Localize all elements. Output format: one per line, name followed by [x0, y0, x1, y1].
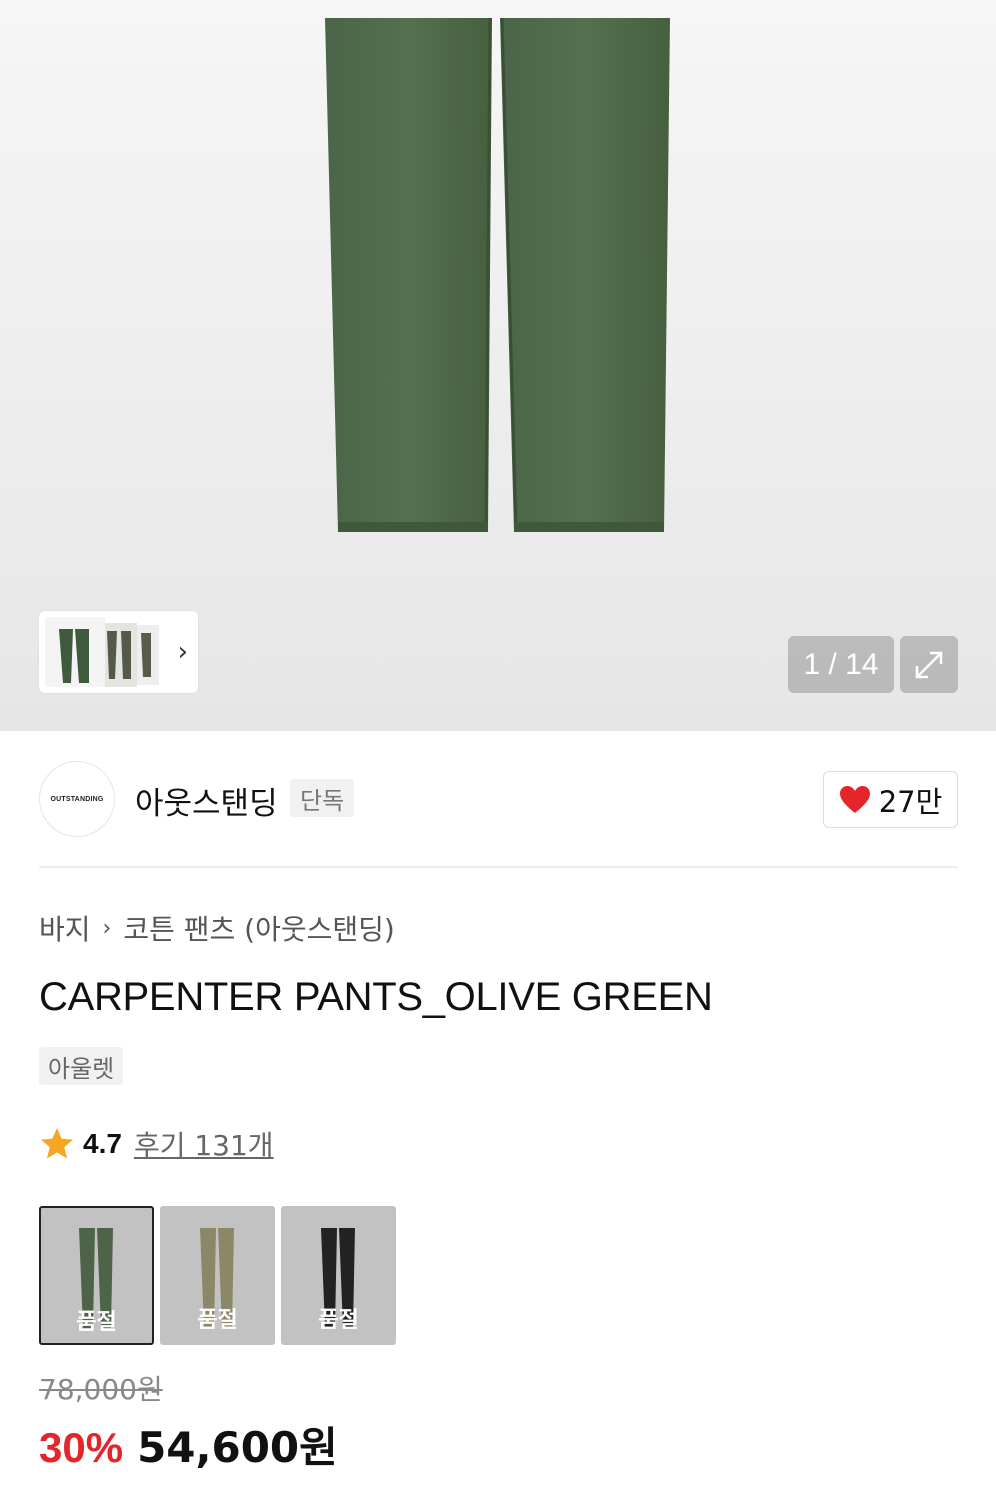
- image-counter: 1 / 14: [788, 636, 894, 693]
- image-thumbnail-strip[interactable]: ›: [39, 611, 198, 693]
- final-price: 54,600원: [137, 1423, 338, 1472]
- heart-icon: [839, 785, 870, 813]
- breadcrumb-subcategory[interactable]: 코튼 팬츠 (아웃스탠딩): [123, 908, 395, 948]
- sale-price-row: 30% 54,600원: [39, 1414, 338, 1475]
- color-option-black[interactable]: 품절: [281, 1206, 396, 1345]
- original-price: 78,000원: [39, 1373, 163, 1406]
- expand-button[interactable]: [900, 636, 958, 693]
- divider: [39, 866, 958, 868]
- like-button[interactable]: 27만: [823, 771, 958, 828]
- soldout-label: 품절: [76, 1310, 117, 1335]
- rating-row: 4.7 후기 131개: [39, 1124, 274, 1164]
- star-icon: [41, 1128, 73, 1159]
- brand-logo-text: OUTSTANDING: [50, 795, 104, 803]
- like-count: 27만: [878, 784, 943, 819]
- product-image-gallery[interactable]: › 1 / 14: [0, 0, 996, 731]
- expand-icon: [915, 651, 943, 678]
- thumbnail-images[interactable]: [45, 617, 165, 687]
- soldout-label: 품절: [318, 1308, 359, 1333]
- rating-value: 4.7: [83, 1128, 122, 1159]
- brand-logo[interactable]: OUTSTANDING: [39, 761, 115, 837]
- color-option-beige[interactable]: 품절: [160, 1206, 275, 1345]
- soldout-label: 품절: [197, 1308, 238, 1333]
- breadcrumb: 바지 › 코튼 팬츠 (아웃스탠딩): [39, 908, 395, 948]
- product-title: CARPENTER PANTS_OLIVE GREEN: [39, 975, 713, 1019]
- outlet-badge: 아울렛: [39, 1047, 124, 1085]
- color-options: 품절 품절 품절: [39, 1206, 396, 1345]
- color-option-olive[interactable]: 품절: [39, 1206, 154, 1345]
- breadcrumb-category[interactable]: 바지: [39, 908, 91, 948]
- exclusive-badge: 단독: [290, 779, 355, 817]
- chevron-right-icon: ›: [102, 915, 112, 941]
- brand-name[interactable]: 아웃스탠딩: [135, 778, 278, 823]
- chevron-right-icon[interactable]: ›: [178, 639, 188, 665]
- discount-rate: 30%: [39, 1424, 124, 1471]
- review-count-link[interactable]: 후기 131개: [134, 1124, 274, 1164]
